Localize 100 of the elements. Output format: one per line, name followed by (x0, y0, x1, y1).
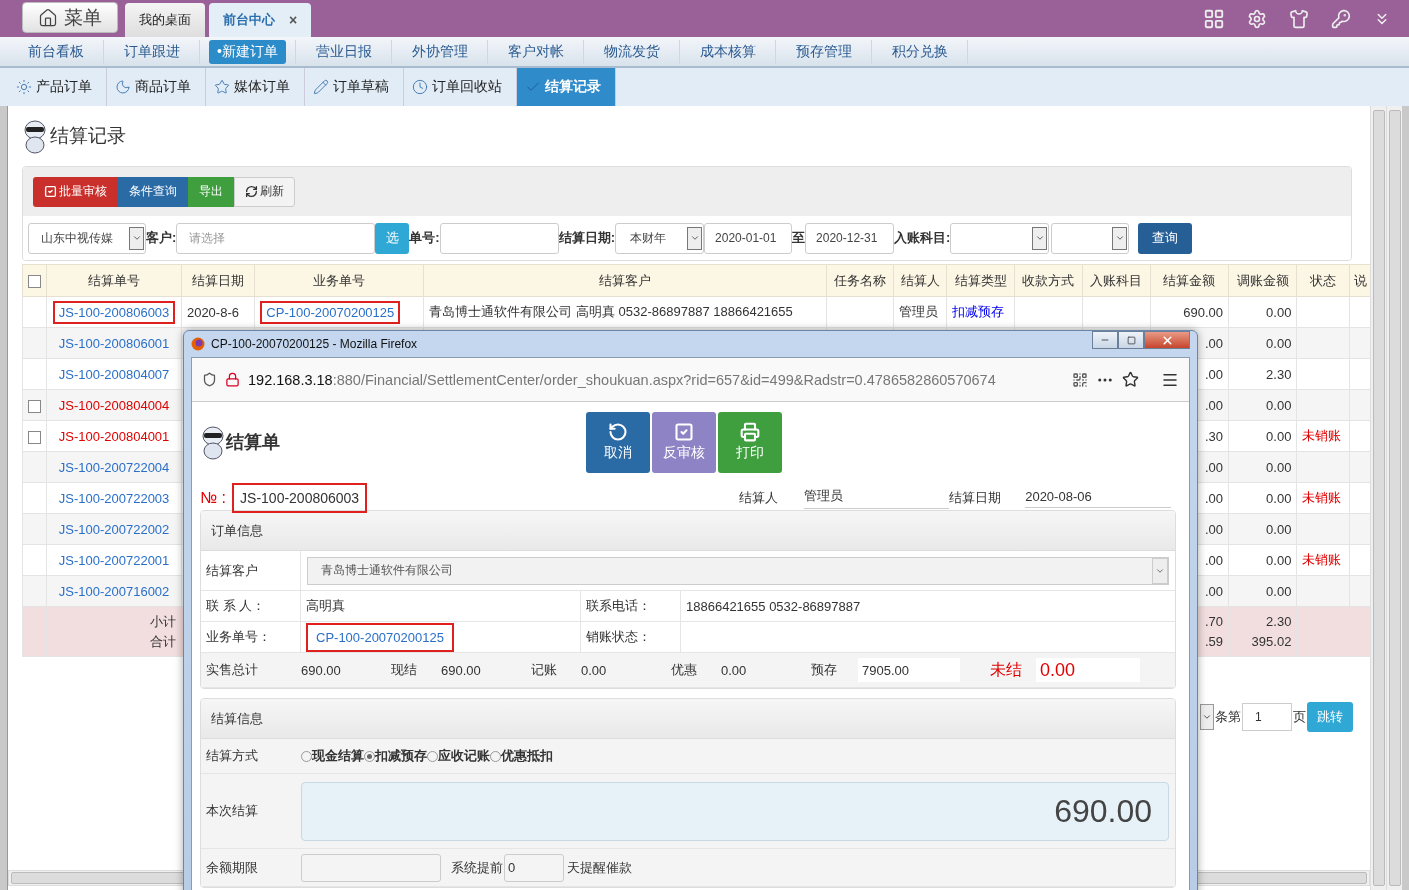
date-field[interactable]: 2020-12-31 (805, 222, 895, 254)
caret-icon (687, 226, 703, 250)
window-title: CP-100-20070200125 - Mozilla Firefox (211, 337, 418, 351)
table-cell: 0.00 (1266, 552, 1292, 568)
table-cell: 690.00 (1183, 304, 1223, 320)
radio-button[interactable] (427, 750, 438, 762)
action-button[interactable]: 反审核 (652, 411, 716, 473)
field-label: 结算日期 (949, 489, 1002, 507)
radio-option[interactable]: 扣减预存 (364, 747, 427, 765)
shield-icon (202, 372, 217, 387)
url-text[interactable]: 192.168.3.18:880/Financial/SettlementCenter/order_shoukuan.aspx?rid=657&id=499&Radstr=0.4786582860570674 (248, 364, 1064, 395)
account-select[interactable] (950, 222, 1050, 254)
toolbar-button[interactable]: 批量审核 (33, 176, 118, 207)
qr-code-icon[interactable] (1072, 371, 1088, 388)
maximize-button[interactable] (1118, 331, 1144, 349)
key-icon[interactable] (1331, 8, 1351, 29)
menu-button[interactable]: 菜单 (22, 2, 118, 33)
caret-icon (1152, 557, 1168, 584)
radio-option[interactable]: 优惠抵扣 (490, 747, 553, 765)
field-label: 至 (792, 229, 806, 247)
period-select[interactable]: 本财年 (615, 222, 705, 254)
total-value: 0.00 (581, 662, 608, 678)
number-label: № : (200, 489, 227, 507)
radio-button[interactable] (490, 750, 501, 762)
insecure-icon (225, 372, 240, 387)
nav-item[interactable]: 前台看板 (19, 39, 92, 64)
table-cell: 2.30 (1266, 366, 1292, 382)
order-link[interactable]: CP-100-20070200125 (306, 622, 454, 652)
field-label: 销账状态： (581, 622, 681, 652)
radio-option[interactable]: 应收记账 (427, 747, 490, 765)
radio-button[interactable] (364, 750, 375, 762)
shirt-icon[interactable] (1289, 8, 1309, 29)
table-cell: .00 (1204, 583, 1223, 599)
close-button[interactable]: × (289, 12, 298, 28)
record-link[interactable]: JS-100-200806003 (52, 300, 176, 324)
nav-item[interactable]: 客户对帐 (499, 39, 572, 64)
page-field[interactable]: 1 (1242, 703, 1292, 731)
field-label: 入账科目: (894, 229, 951, 247)
settings-icon[interactable] (1247, 8, 1267, 29)
nav-item[interactable]: 外协管理 (403, 39, 476, 64)
days-field[interactable]: 0 (504, 853, 564, 882)
bookmark-icon[interactable] (1122, 371, 1139, 388)
nav-item[interactable]: 成本核算 (691, 39, 764, 64)
total-label: 小计 (149, 612, 176, 631)
maximize-icon (1126, 335, 1136, 345)
action-button[interactable]: 取消 (586, 411, 650, 473)
vertical-scrollbar[interactable] (1370, 106, 1386, 890)
section-title: 结算信息 (201, 699, 1175, 739)
table-cell: 0.00 (1266, 490, 1292, 506)
grid-icon[interactable] (1203, 7, 1225, 30)
toolbar-button[interactable]: 条件查询 (118, 176, 188, 207)
nav-item[interactable]: 预存管理 (787, 39, 860, 64)
nav-item[interactable]: •新建订单 (209, 39, 286, 64)
field-value: 高明真 (301, 591, 581, 621)
button-icon (245, 185, 258, 198)
mascot-icon (200, 424, 226, 460)
tab[interactable]: 结算记录 (517, 68, 616, 106)
checkbox[interactable] (28, 399, 42, 413)
toolbar-button[interactable]: 刷新 (234, 176, 295, 207)
page-title: 结算记录 (50, 124, 126, 148)
action-button[interactable]: 打印 (718, 411, 782, 473)
date-field[interactable]: 2020-01-01 (704, 222, 793, 254)
nav-item[interactable]: 营业日报 (307, 39, 380, 64)
minimize-button[interactable] (1092, 331, 1118, 349)
status-text: 未销账 (1302, 427, 1342, 445)
table-cell: 0.00 (1266, 335, 1292, 351)
column-header: 结算类型 (946, 264, 1015, 297)
company-select[interactable]: 山东中视传媒 (28, 222, 146, 254)
nav-item[interactable]: 积分兑换 (883, 39, 956, 64)
total-value: 0.00 (721, 662, 748, 678)
total-label: 预存 (811, 661, 838, 679)
order-link[interactable]: CP-100-20070200125 (260, 300, 401, 324)
nav-item[interactable]: 订单跟进 (115, 39, 188, 64)
caret-icon (1202, 712, 1212, 722)
vertical-scrollbar[interactable] (1386, 106, 1402, 890)
account-select[interactable] (1051, 222, 1130, 254)
checkbox[interactable] (28, 275, 42, 289)
checkbox[interactable] (28, 430, 42, 444)
tab[interactable]: 我的桌面 (125, 3, 205, 37)
column-header: 说 (1349, 264, 1370, 297)
close-button[interactable] (1144, 331, 1190, 349)
deadline-field[interactable] (301, 853, 441, 882)
page-size-select[interactable] (1200, 704, 1214, 730)
caret-icon (1112, 226, 1128, 250)
caret-icon (1032, 226, 1048, 250)
nav-item[interactable]: 物流发货 (595, 39, 668, 64)
toolbar-button[interactable]: 导出 (188, 176, 234, 207)
field-label: 客户: (146, 229, 177, 247)
radio-option[interactable]: 现金结算 (301, 747, 364, 765)
radio-button[interactable] (301, 750, 312, 762)
button-icon (740, 422, 760, 442)
field-label: 单号: (409, 229, 440, 247)
query-button[interactable]: 查询 (1138, 222, 1193, 254)
tab[interactable]: 前台中心 × (209, 3, 312, 37)
tab-icon (16, 79, 32, 95)
order-number-field[interactable] (439, 222, 559, 254)
table-cell: 0.00 (1266, 459, 1292, 475)
tab-icon (115, 79, 131, 95)
customer-select[interactable]: 青岛博士通软件有限公司 (307, 556, 1169, 585)
field-label: 天提醒催款 (567, 858, 632, 877)
